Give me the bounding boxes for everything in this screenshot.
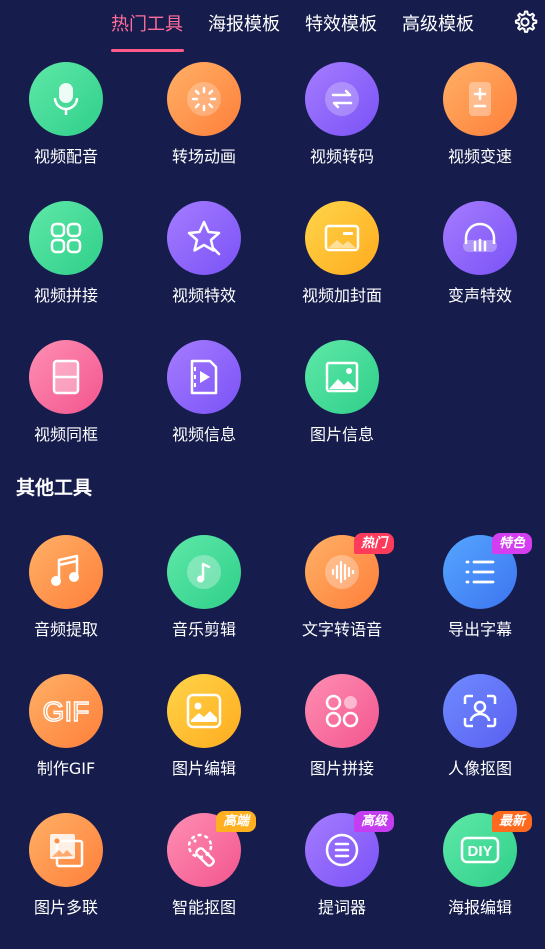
- stacked-photos-icon: [29, 813, 103, 887]
- tool-label: 视频信息: [171, 425, 236, 444]
- tool-item[interactable]: 图片拼接: [287, 674, 397, 784]
- section-title-other-tools: 其他工具: [16, 477, 93, 499]
- tool-item[interactable]: 视频信息: [149, 340, 259, 450]
- tool-label: 变声特效: [447, 286, 512, 305]
- image-collage-icon: [305, 674, 379, 748]
- tool-item[interactable]: 人像抠图: [425, 674, 535, 784]
- tab-poster-templates[interactable]: 海报模板: [208, 10, 280, 36]
- diy-icon-text: DIY: [467, 843, 492, 860]
- tool-label: 文字转语音: [301, 620, 382, 639]
- gear-icon[interactable]: [512, 9, 538, 35]
- tool-label: 图片多联: [33, 898, 98, 917]
- tool-item[interactable]: GIF 制作GIF: [11, 674, 121, 784]
- tool-label: 制作GIF: [36, 759, 96, 778]
- tool-label: 图片信息: [309, 425, 374, 444]
- tool-item[interactable]: 视频转码: [287, 62, 397, 172]
- video-file-icon: [167, 340, 241, 414]
- gif-icon-text: GIF: [43, 696, 89, 727]
- tool-label: 图片编辑: [171, 759, 236, 778]
- tool-item[interactable]: 特色导出字幕: [425, 533, 535, 645]
- tool-item[interactable]: 视频加封面: [287, 201, 397, 311]
- tab-hot-tools[interactable]: 热门工具: [111, 10, 183, 36]
- tool-label: 视频变速: [447, 147, 512, 166]
- tool-item[interactable]: 视频配音: [11, 62, 121, 172]
- active-tab-indicator: [111, 49, 184, 52]
- tool-item[interactable]: 视频拼接: [11, 201, 121, 311]
- tool-item[interactable]: 转场动画: [149, 62, 259, 172]
- tool-badge: 特色: [492, 533, 533, 554]
- swap-arrows-icon: [305, 62, 379, 136]
- tool-label: 视频转码: [309, 147, 374, 166]
- tab-effect-templates[interactable]: 特效模板: [305, 10, 377, 36]
- tool-item[interactable]: 图片多联: [11, 813, 121, 923]
- tool-label: 视频特效: [171, 286, 236, 305]
- gif-icon: GIF: [29, 674, 103, 748]
- tool-item[interactable]: 音频提取: [11, 535, 121, 645]
- speed-calculator-icon: [443, 62, 517, 136]
- grid-blocks-icon: [29, 201, 103, 275]
- tool-label: 智能抠图: [171, 898, 236, 917]
- tool-item[interactable]: 高端智能抠图: [149, 811, 259, 923]
- cover-image-icon: [305, 201, 379, 275]
- tool-badge: 热门: [354, 533, 395, 554]
- tool-label: 导出字幕: [447, 620, 512, 639]
- tool-label: 视频加封面: [301, 286, 382, 305]
- star-icon: [167, 201, 241, 275]
- tab-advanced-templates[interactable]: 高级模板: [402, 10, 474, 36]
- tool-item[interactable]: 图片信息: [287, 340, 397, 450]
- tool-badge: 高级: [354, 811, 395, 832]
- tool-item[interactable]: 图片编辑: [149, 674, 259, 784]
- tool-label: 视频同框: [33, 425, 98, 444]
- microphone-icon: [29, 62, 103, 136]
- tool-label: 转场动画: [171, 147, 236, 166]
- music-note-icon: [29, 535, 103, 609]
- loading-spinner-icon: [167, 62, 241, 136]
- picture-icon: [305, 340, 379, 414]
- tool-label: 音频提取: [33, 620, 98, 639]
- image-edit-icon: [167, 674, 241, 748]
- tool-item[interactable]: 热门文字转语音: [287, 533, 397, 645]
- tool-label: 提词器: [317, 898, 366, 917]
- tool-item[interactable]: 变声特效: [425, 201, 535, 311]
- tool-label: 海报编辑: [447, 898, 512, 917]
- tool-label: 图片拼接: [309, 759, 374, 778]
- tool-item[interactable]: 视频特效: [149, 201, 259, 311]
- portrait-scan-icon: [443, 674, 517, 748]
- split-frame-icon: [29, 340, 103, 414]
- headphones-icon: [443, 201, 517, 275]
- tool-item[interactable]: 视频同框: [11, 340, 121, 450]
- tool-badge: 最新: [492, 811, 533, 832]
- tool-label: 视频拼接: [33, 286, 98, 305]
- tool-label: 视频配音: [33, 147, 98, 166]
- tool-item[interactable]: 高级提词器: [287, 811, 397, 923]
- tool-item[interactable]: DIY 最新海报编辑: [425, 811, 535, 923]
- tool-label: 人像抠图: [447, 759, 512, 778]
- music-disc-icon: [167, 535, 241, 609]
- tool-badge: 高端: [216, 811, 257, 832]
- tool-item[interactable]: 视频变速: [425, 62, 535, 172]
- tool-item[interactable]: 音乐剪辑: [149, 535, 259, 645]
- tool-label: 音乐剪辑: [171, 620, 236, 639]
- top-tab-bar: 热门工具 海报模板 特效模板 高级模板: [0, 0, 545, 56]
